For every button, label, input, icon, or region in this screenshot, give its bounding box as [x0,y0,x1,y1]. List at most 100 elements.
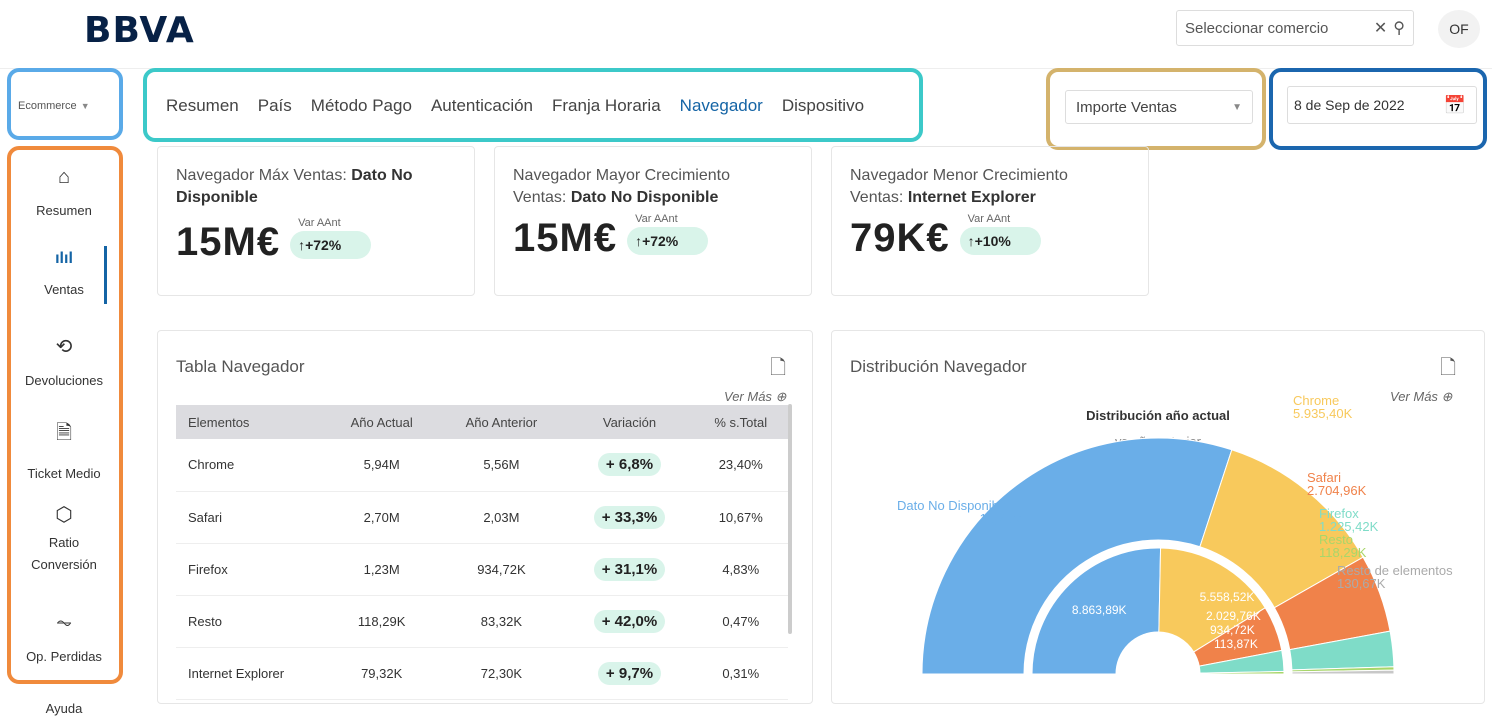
date-picker[interactable]: 8 de Sep de 2022 📅 [1287,86,1477,124]
metric-select[interactable]: Importe Ventas ▼ [1065,90,1253,124]
browser-table: Elementos Año Actual Año Anterior Variac… [176,405,788,700]
tab-dispositivo[interactable]: Dispositivo [782,96,864,116]
sidebar-item-devoluciones[interactable]: ⟲ Devoluciones [14,334,114,388]
refund-icon: ⟲ [55,336,73,358]
tab-metodo-pago[interactable]: Método Pago [311,96,412,116]
metric-value: Importe Ventas [1076,98,1177,116]
outer-legend-value: 118,29K [1319,545,1367,560]
percent-badge-icon: ⬡ [55,504,73,526]
sidebar-item-label: Ventas [44,282,84,297]
table-row: Resto 118,29K 83,32K + 42,0% 0,47% [176,595,788,648]
inner-label: 5.558,52K [1200,590,1255,604]
sidebar-item-ayuda[interactable]: Ayuda [14,701,114,716]
table-cell: 0,47% [693,595,788,648]
close-icon[interactable]: ✕ [1374,18,1387,38]
kpi-value: 15M€ [513,216,618,260]
date-value: 8 de Sep de 2022 [1294,97,1405,113]
bar-chart-icon: ılıl [55,250,73,267]
sidebar-item-ticket-medio[interactable]: 🗎 Ticket Medio [14,418,114,481]
table-cell: 23,40% [693,439,788,492]
table-cell: 118,29K [326,595,438,648]
table-card: Tabla Navegador 🗋 Ver Más ⊕ Elementos Añ… [157,330,813,704]
bbva-logo: BBVA [84,10,195,51]
outer-legend-value: 2.704,96K [1307,483,1367,498]
table-cell: Resto [176,595,326,648]
zoom-in-icon: ⊕ [775,389,787,404]
kpi-title: Navegador Menor Crecimiento Ventas: Inte… [850,167,1068,206]
kpi-var-label: Var AAnt [967,213,1011,225]
table-cell: 79,32K [326,647,438,700]
distribution-chart: 8.863,89K 5.558,52K 2.029,76K934,72K113,87… [897,393,1453,675]
column-header[interactable]: Variación [565,405,694,439]
sidebar-item-ratio-conversion[interactable]: ⬡ Ratio Conversión [14,504,114,576]
table-cell: Firefox [176,543,326,596]
highlight-frame-sidebar [7,146,123,684]
table-cell: + 6,8% [565,439,694,492]
table-cell: + 9,7% [565,647,694,700]
channel-select[interactable]: Ecommerce ▼ [18,94,108,118]
search-input[interactable]: Seleccionar comercio [1185,20,1368,37]
table-cell: 5,94M [326,439,438,492]
table-row: Safari 2,70M 2,03M + 33,3% 10,67% [176,491,788,544]
variation-badge: + 9,7% [597,661,662,685]
search-icon[interactable]: ⚲ [1393,18,1405,38]
tab-autenticacion[interactable]: Autenticación [431,96,533,116]
merchant-search[interactable]: Seleccionar comercio ✕ ⚲ [1176,10,1414,46]
table-cell: + 42,0% [565,595,694,648]
trend-down-icon: ⏦ [55,612,73,634]
table-cell: 2,70M [326,491,438,544]
variation-badge: + 33,3% [593,505,666,529]
tab-navegador[interactable]: Navegador [680,96,763,116]
column-header[interactable]: Año Anterior [437,405,566,439]
inner-label: 2.029,76K [1206,609,1261,623]
table-cell: Safari [176,491,326,544]
column-header[interactable]: % s.Total [693,405,788,439]
kpi-value: 15M€ [176,220,281,264]
tab-resumen[interactable]: Resumen [166,96,239,116]
table-cell: 4,83% [693,543,788,596]
sidebar-item-label: Op. Perdidas [26,649,102,664]
table-cell: Internet Explorer [176,647,326,700]
table-cell: 934,72K [437,543,566,596]
table-cell: 72,30K [437,647,566,700]
sidebar-item-ventas[interactable]: ılıl Ventas [14,250,114,297]
sidebar-item-label: Devoluciones [24,373,104,388]
table-cell: Chrome [176,439,326,492]
calendar-icon[interactable]: 📅 [1444,95,1466,116]
card-title: Tabla Navegador [176,357,305,376]
table-row: Internet Explorer 79,32K 72,30K + 9,7% 0,31% [176,647,788,700]
table-cell: 1,23M [326,543,438,596]
kpi-card-menor-crecimiento: Navegador Menor Crecimiento Ventas: Inte… [831,146,1149,296]
excel-export-icon[interactable]: 🗋 [770,353,786,387]
table-scrollbar[interactable] [788,404,792,634]
sidebar-item-label: Resumen [36,203,92,218]
tab-pais[interactable]: País [258,96,292,116]
inner-label: 934,72K [1210,623,1255,637]
sidebar-item-op-perdidas[interactable]: ⏦ Op. Perdidas [14,612,114,664]
tab-franja-horaria[interactable]: Franja Horaria [552,96,661,116]
kpi-card-mayor-crecimiento: Navegador Mayor Crecimiento Ventas: Dato… [494,146,812,296]
table-header: Elementos Año Actual Año Anterior Variac… [176,405,788,439]
column-header[interactable]: Elementos [176,405,326,439]
active-indicator [104,246,107,304]
kpi-title: Navegador Máx Ventas: Dato No Disponible [176,167,413,206]
table-cell: 0,31% [693,647,788,700]
chevron-down-icon: ▼ [1232,101,1242,113]
table-cell: 5,56M [437,439,566,492]
kpi-value: 79K€ [850,216,950,260]
variation-badge: + 6,8% [597,453,662,477]
kpi-var-badge: ↑+72% [627,227,709,255]
outer-legend-value: 130,67K [1337,576,1386,591]
column-header[interactable]: Año Actual [326,405,438,439]
avatar[interactable]: OF [1438,10,1480,48]
ver-mas-link[interactable]: Ver Más ⊕ [724,389,786,405]
outer-legend-value: 5.935,40K [1293,406,1353,421]
tab-bar: Resumen País Método Pago Autenticación F… [166,96,864,116]
kpi-card-max-ventas: Navegador Máx Ventas: Dato No Disponible… [157,146,475,296]
table-cell: 83,32K [437,595,566,648]
sidebar-item-resumen[interactable]: ⌂ Resumen [14,166,114,218]
inner-label: 113,87K [1214,637,1258,651]
document-icon: 🗎 [55,422,73,444]
kpi-var-badge: ↑+72% [290,231,372,259]
inner-label: 8.863,89K [1072,603,1127,617]
